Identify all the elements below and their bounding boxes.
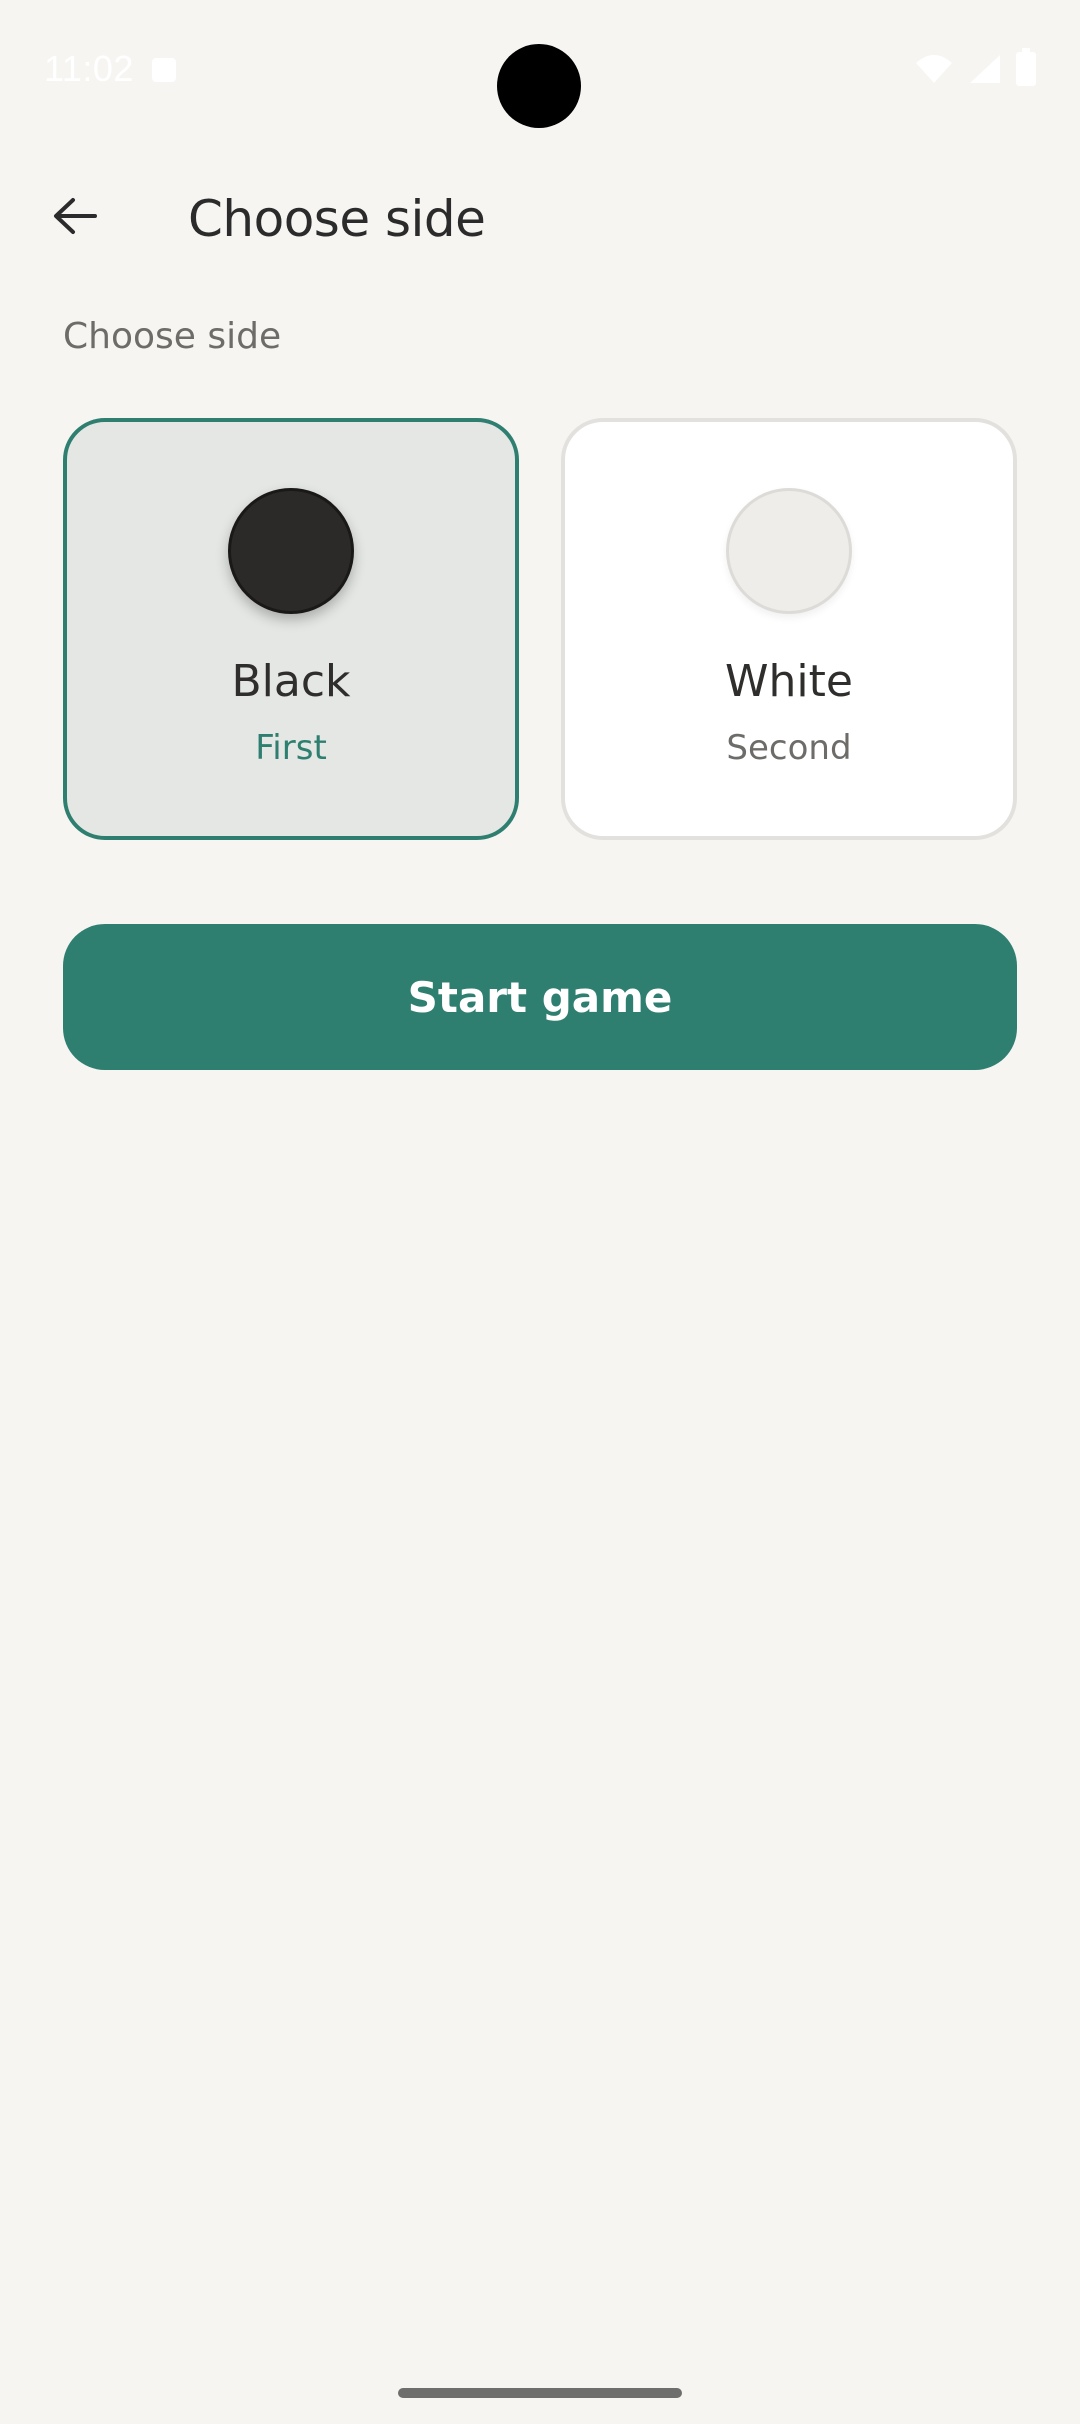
- notification-icon: [152, 58, 176, 82]
- status-time: 11:02: [44, 48, 134, 89]
- side-card-white[interactable]: White Second: [561, 418, 1017, 840]
- wifi-icon: [916, 55, 952, 83]
- side-order: First: [255, 728, 327, 768]
- camera-cutout: [497, 44, 581, 128]
- back-button[interactable]: [40, 182, 108, 250]
- white-stone-icon: [726, 488, 852, 614]
- battery-icon: [1016, 48, 1036, 86]
- app-bar: Choose side: [0, 160, 1080, 272]
- side-order: Second: [726, 728, 852, 768]
- start-game-button[interactable]: Start game: [63, 924, 1017, 1070]
- signal-icon: [970, 55, 1000, 83]
- home-indicator[interactable]: [398, 2388, 682, 2398]
- status-icons: [914, 48, 1036, 86]
- black-stone-icon: [228, 488, 354, 614]
- status-bar: 11:02: [0, 0, 1080, 140]
- side-name: White: [725, 656, 853, 707]
- section-label: Choose side: [63, 316, 282, 357]
- side-name: Black: [231, 656, 351, 707]
- side-card-black[interactable]: Black First: [63, 418, 519, 840]
- page-title: Choose side: [188, 190, 486, 248]
- arrow-left-icon: [54, 198, 97, 234]
